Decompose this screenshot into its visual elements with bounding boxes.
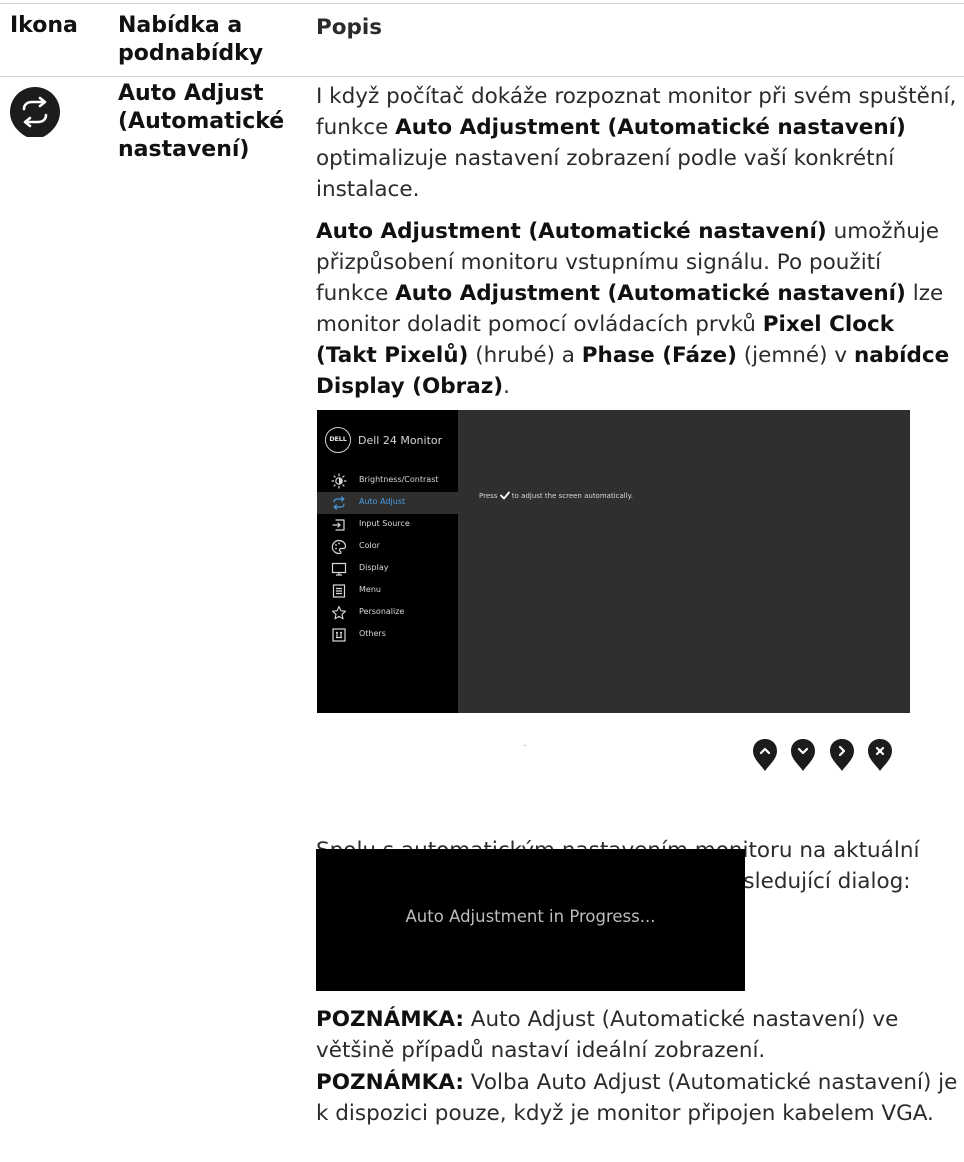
osd-header: DELL Dell 24 Monitor xyxy=(317,410,458,470)
table-top-rule xyxy=(0,3,964,4)
display-icon xyxy=(331,562,347,576)
osd-item-label: Brightness/Contrast xyxy=(359,475,439,484)
artifact-dot xyxy=(524,745,526,746)
dialog-text: Auto Adjustment in Progress... xyxy=(405,907,656,926)
osd-item-menu[interactable]: Menu xyxy=(317,580,458,602)
osd-screenshot: DELL Dell 24 Monitor Brightness/Contrast xyxy=(317,410,910,713)
color-icon xyxy=(331,539,347,555)
osd-item-personalize[interactable]: Personalize xyxy=(317,602,458,624)
chevron-up-icon[interactable] xyxy=(752,738,778,772)
input-source-icon xyxy=(332,519,345,531)
dell-logo: DELL xyxy=(325,427,351,453)
p1-text-c: optimalizuje nastavení zobrazení podle v… xyxy=(316,146,895,202)
osd-item-label: Others xyxy=(359,629,386,638)
auto-adjust-icon xyxy=(333,496,345,510)
column-header-menu: Nabídka a podnabídky xyxy=(118,13,264,66)
p1-bold: Auto Adjustment (Automatické nastavení) xyxy=(395,115,906,140)
osd-item-others[interactable]: Others xyxy=(317,624,458,646)
brightness-icon xyxy=(331,473,347,489)
osd-message: Press to adjust the screen automatically… xyxy=(479,491,633,500)
description-paragraph-1: I když počítač dokáže rozpoznat monitor … xyxy=(316,81,958,205)
osd-item-auto-adjust[interactable]: Auto Adjust xyxy=(317,492,458,514)
osd-item-label: Personalize xyxy=(359,607,405,616)
menu-icon xyxy=(332,584,346,598)
p2-text-4: (jemné) v xyxy=(736,343,854,368)
note-2-label: POZNÁMKA: xyxy=(316,1070,464,1095)
p2-text-5: . xyxy=(503,374,510,399)
osd-message-after: to adjust the screen automatically. xyxy=(509,492,634,500)
close-icon[interactable] xyxy=(867,738,893,772)
note-1: POZNÁMKA: Auto Adjust (Automatické nasta… xyxy=(316,1004,958,1066)
auto-adjust-icon xyxy=(7,84,63,140)
header-bottom-rule xyxy=(0,76,964,77)
menu-item-name: Auto Adjust (Automatické nastavení) xyxy=(118,81,285,162)
check-icon xyxy=(499,491,510,500)
p2-bold-4: Phase (Fáze) xyxy=(581,343,737,368)
column-header-description: Popis xyxy=(316,15,383,40)
osd-item-input-source[interactable]: Input Source xyxy=(317,514,458,536)
auto-adjust-dialog-screenshot: Auto Adjustment in Progress... xyxy=(316,849,745,991)
osd-sidebar: DELL Dell 24 Monitor Brightness/Contrast xyxy=(317,410,458,713)
osd-item-label: Display xyxy=(359,563,389,572)
p2-text-3: (hrubé) a xyxy=(468,343,582,368)
others-icon xyxy=(332,628,346,642)
p2-bold-1: Auto Adjustment (Automatické nastavení) xyxy=(316,219,827,244)
osd-title: Dell 24 Monitor xyxy=(358,434,443,447)
osd-item-label: Color xyxy=(359,541,380,550)
note-1-label: POZNÁMKA: xyxy=(316,1007,464,1032)
description-paragraph-2: Auto Adjustment (Automatické nastavení) … xyxy=(316,216,958,402)
osd-item-brightness-contrast[interactable]: Brightness/Contrast xyxy=(317,470,458,492)
column-header-icon: Ikona xyxy=(10,13,78,38)
note-2: POZNÁMKA: Volba Auto Adjust (Automatické… xyxy=(316,1067,958,1129)
chevron-right-icon[interactable] xyxy=(829,738,855,772)
osd-item-label: Menu xyxy=(359,585,381,594)
chevron-down-icon[interactable] xyxy=(790,738,816,772)
osd-item-label: Auto Adjust xyxy=(359,497,406,506)
p2-bold-2: Auto Adjustment (Automatické nastavení) xyxy=(395,281,906,306)
osd-message-before: Press xyxy=(479,492,498,500)
osd-item-label: Input Source xyxy=(359,519,410,528)
osd-item-color[interactable]: Color xyxy=(317,536,458,558)
star-icon xyxy=(331,605,347,620)
osd-item-display[interactable]: Display xyxy=(317,558,458,580)
